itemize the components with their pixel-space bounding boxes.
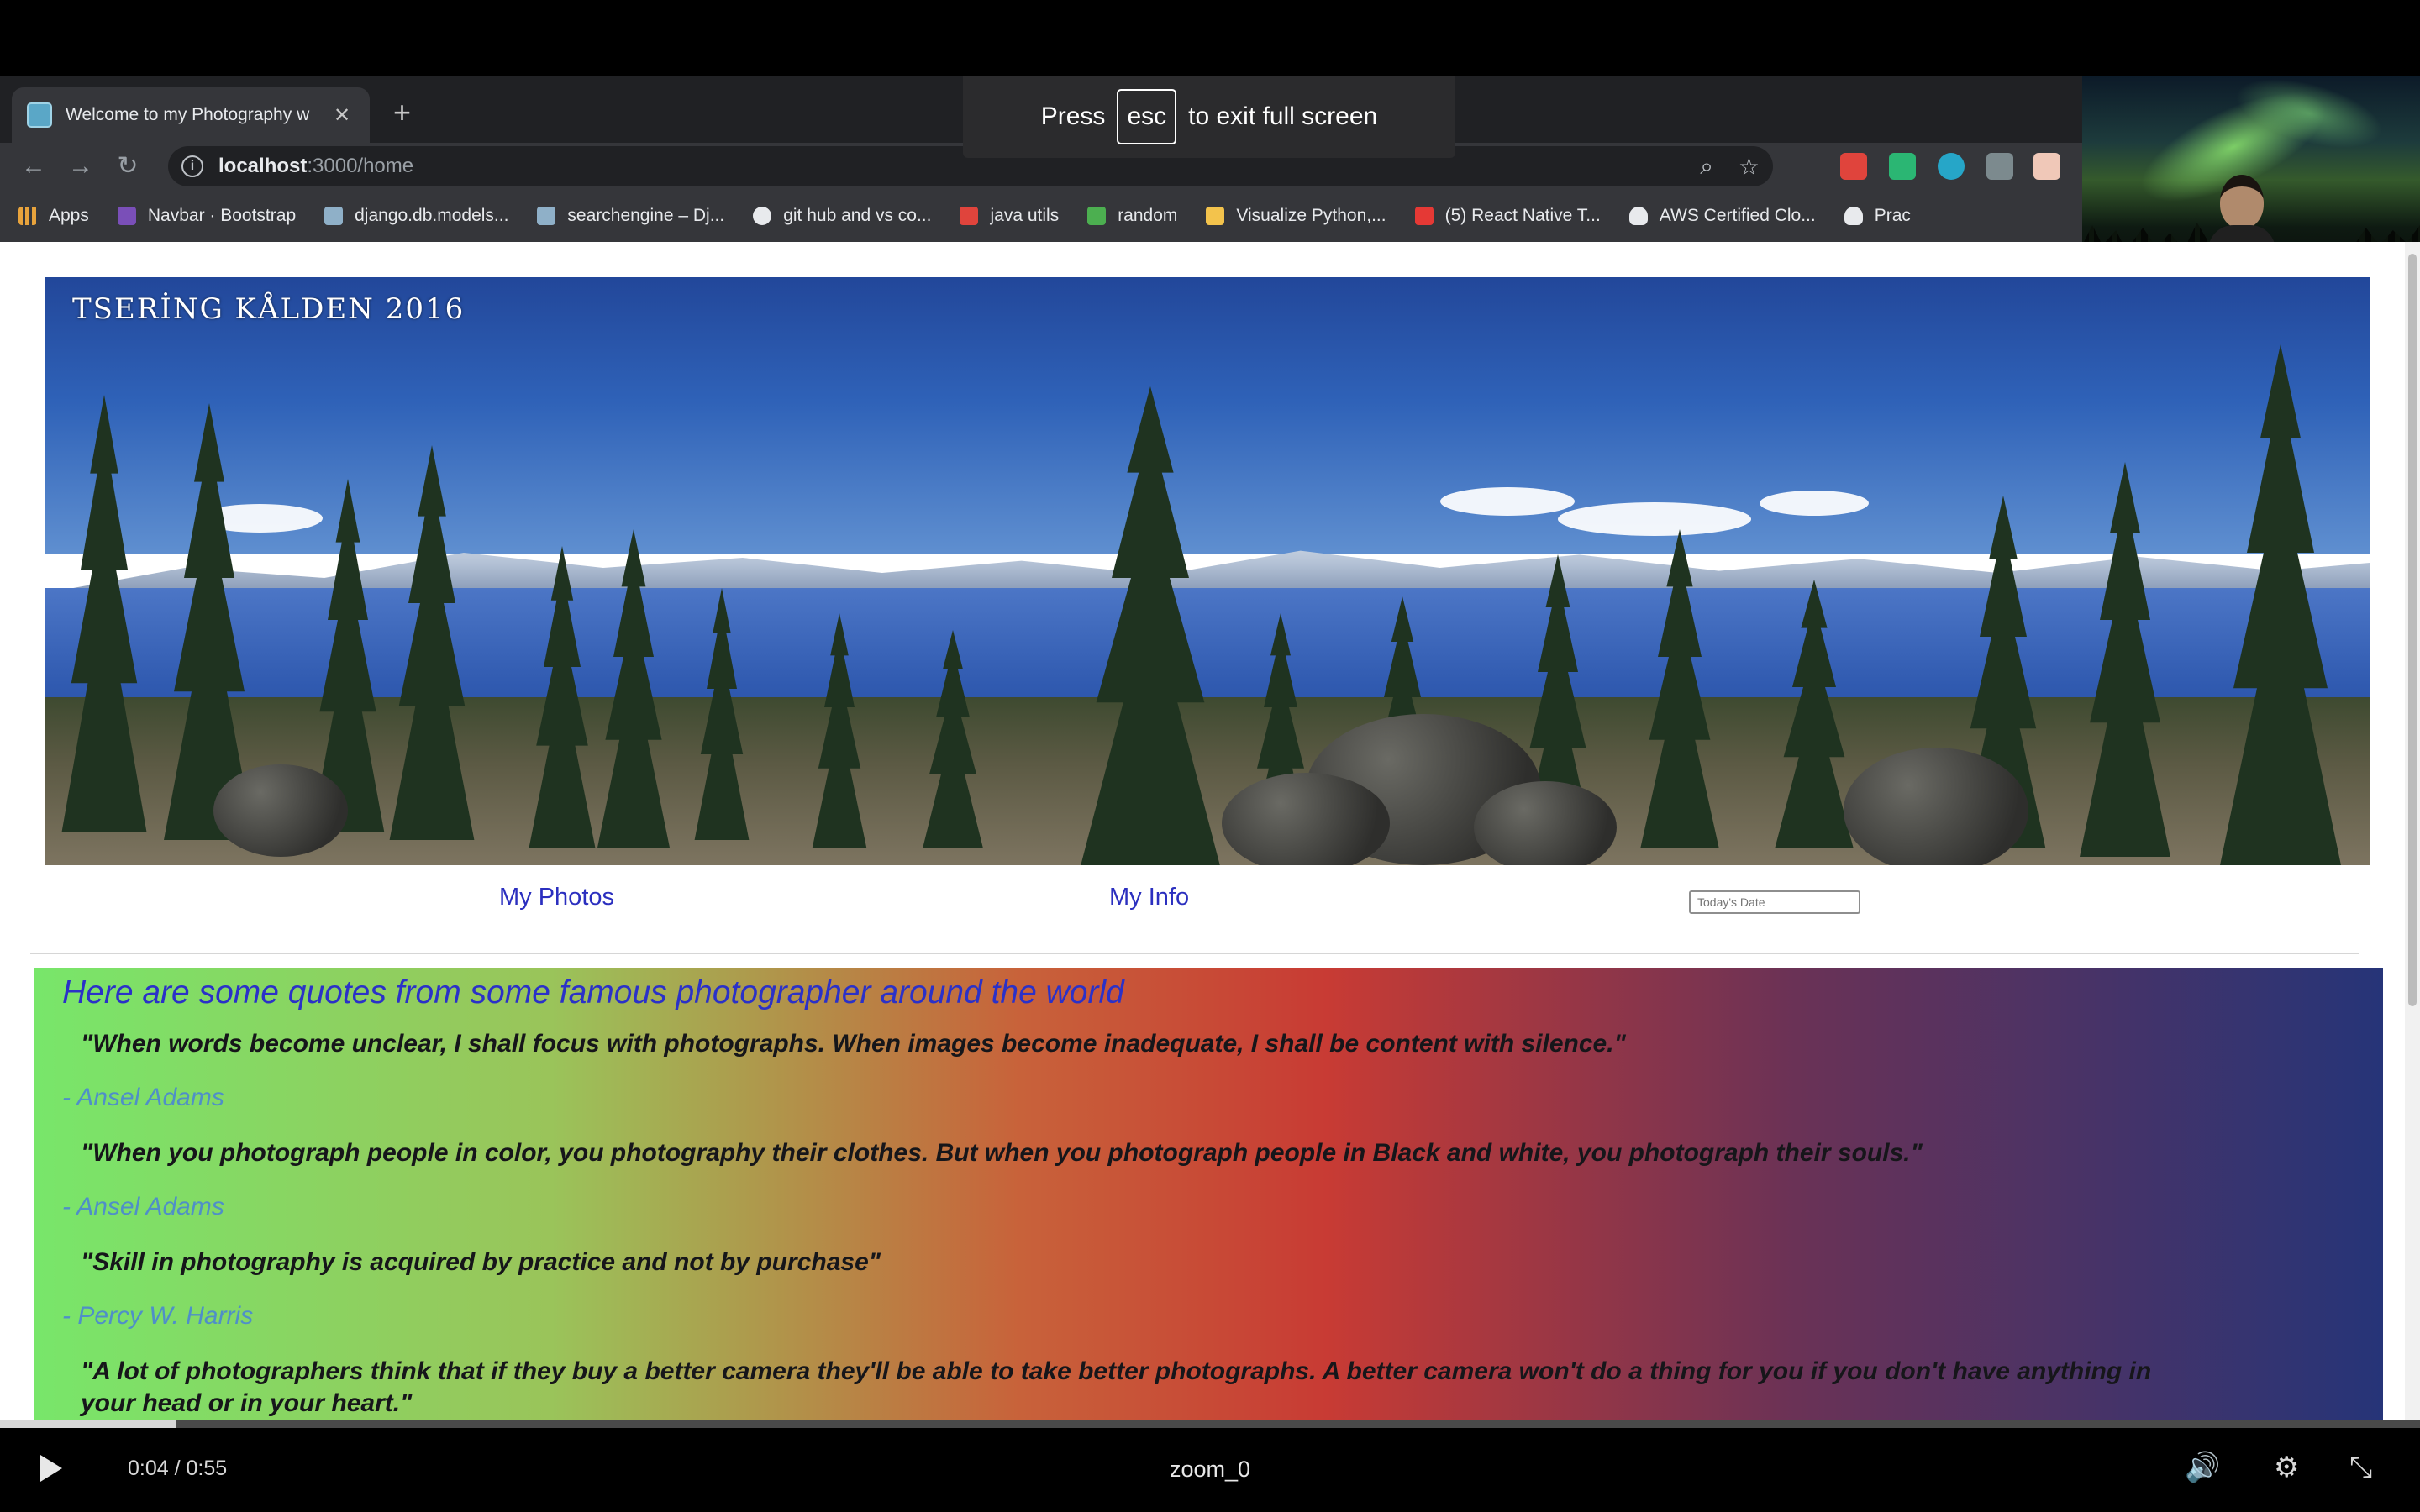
bookmark-prac[interactable]: Prac: [1844, 206, 1911, 226]
nav-link-my-info[interactable]: My Info: [1109, 884, 1189, 911]
divider: [30, 953, 2360, 954]
date-input[interactable]: [1689, 890, 1860, 914]
web-page: TSERİNG KÅLDEN 2016 My Photos My Info He…: [0, 242, 2420, 1428]
new-tab-button[interactable]: +: [393, 96, 411, 129]
bookmarks-bar: Apps Navbar · Bootstrap django.db.models…: [0, 190, 2420, 242]
quotes-heading: Here are some quotes from some famous ph…: [62, 974, 1124, 1011]
bookmark-searchengine[interactable]: searchengine – Dj...: [537, 206, 724, 226]
quote-text: "When you photograph people in color, yo…: [81, 1139, 1923, 1167]
quote-text: "A lot of photographers think that if th…: [81, 1357, 2152, 1385]
bookmark-random[interactable]: random: [1087, 206, 1177, 226]
volume-icon[interactable]: 🔊: [2185, 1453, 2220, 1482]
bootstrap-icon: [117, 207, 136, 225]
bookmark-apps[interactable]: Apps: [18, 206, 89, 226]
banner-image: TSERİNG KÅLDEN 2016: [45, 277, 2370, 865]
extension-red-icon[interactable]: [1840, 153, 1867, 180]
video-time: 0:04 / 0:55: [128, 1457, 228, 1480]
quotes-section: Here are some quotes from some famous ph…: [34, 968, 2383, 1428]
banner-title: TSERİNG KÅLDEN 2016: [72, 292, 466, 326]
fullscreen-notice: Press esc to exit full screen: [963, 76, 1455, 158]
site-info-icon[interactable]: i: [182, 155, 203, 177]
quote-text: "Skill in photography is acquired by pra…: [81, 1248, 881, 1276]
bookmark-django-models[interactable]: django.db.models...: [324, 206, 508, 226]
video-progress-fill: [0, 1420, 177, 1428]
exit-fullscreen-icon[interactable]: ⤡: [2349, 1453, 2372, 1482]
bookmark-java-utils[interactable]: java utils: [960, 206, 1059, 226]
extension-note-icon[interactable]: [2033, 153, 2060, 180]
quote-author: - Ansel Adams: [62, 1193, 224, 1221]
cloud-icon: [1628, 207, 1648, 225]
video-player-controls: 0:04 / 0:55 zoom_0 🔊 ⚙ ⤡: [0, 1420, 2420, 1512]
bookmark-react-native[interactable]: (5) React Native T...: [1414, 206, 1601, 226]
bookmark-star-icon[interactable]: ☆: [1739, 153, 1760, 181]
webcam-overlay: [2082, 76, 2420, 265]
settings-icon[interactable]: ⚙: [2274, 1453, 2299, 1482]
bookmark-visualize-python[interactable]: Visualize Python,...: [1206, 206, 1386, 226]
url-text: localhost:3000/home: [218, 155, 1675, 178]
extension-pen-icon[interactable]: [1986, 153, 2013, 180]
browser-tab[interactable]: Welcome to my Photography w ✕: [12, 87, 370, 143]
site-nav: My Photos My Info: [0, 874, 2420, 924]
python-icon: [1206, 207, 1225, 225]
quote-author: - Ansel Adams: [62, 1084, 224, 1111]
tab-title: Welcome to my Photography w: [66, 105, 310, 124]
cloud-icon: [1844, 207, 1863, 225]
bookmark-navbar-bootstrap[interactable]: Navbar · Bootstrap: [117, 206, 296, 226]
video-progress-bar[interactable]: [0, 1420, 2420, 1428]
quote-author: - Percy W. Harris: [62, 1302, 254, 1330]
random-icon: [1087, 207, 1107, 225]
forward-arrow-icon[interactable]: →: [64, 150, 97, 183]
youtube-icon: [1414, 207, 1434, 225]
apps-grid-icon: [18, 207, 37, 225]
site-favicon-icon: [27, 102, 52, 128]
zoom-icon[interactable]: ⌕: [1700, 153, 1713, 181]
docs-icon: [537, 207, 556, 225]
quote-text: "When words become unclear, I shall focu…: [81, 1030, 1626, 1058]
url-host: localhost: [218, 155, 308, 177]
close-tab-icon[interactable]: ✕: [329, 103, 355, 128]
bookmark-github-vscode[interactable]: git hub and vs co...: [753, 206, 931, 226]
extension-circle-icon[interactable]: [1938, 153, 1965, 180]
back-arrow-icon[interactable]: ←: [17, 150, 50, 183]
video-title: zoom_0: [1169, 1457, 1251, 1482]
oracle-icon: [960, 207, 979, 225]
globe-icon: [753, 207, 772, 225]
play-icon[interactable]: [40, 1455, 62, 1482]
reload-icon[interactable]: ↻: [111, 150, 145, 183]
scrollbar-thumb[interactable]: [2408, 254, 2417, 1006]
page-scrollbar[interactable]: [2405, 242, 2420, 1428]
nav-link-my-photos[interactable]: My Photos: [499, 884, 614, 911]
esc-key: esc: [1117, 89, 1177, 144]
bookmark-aws-certified[interactable]: AWS Certified Clo...: [1628, 206, 1816, 226]
quote-text: your head or in your heart.": [81, 1389, 413, 1417]
docs-icon: [324, 207, 344, 225]
extension-green-icon[interactable]: [1889, 153, 1916, 180]
url-path: :3000/home: [307, 155, 414, 177]
